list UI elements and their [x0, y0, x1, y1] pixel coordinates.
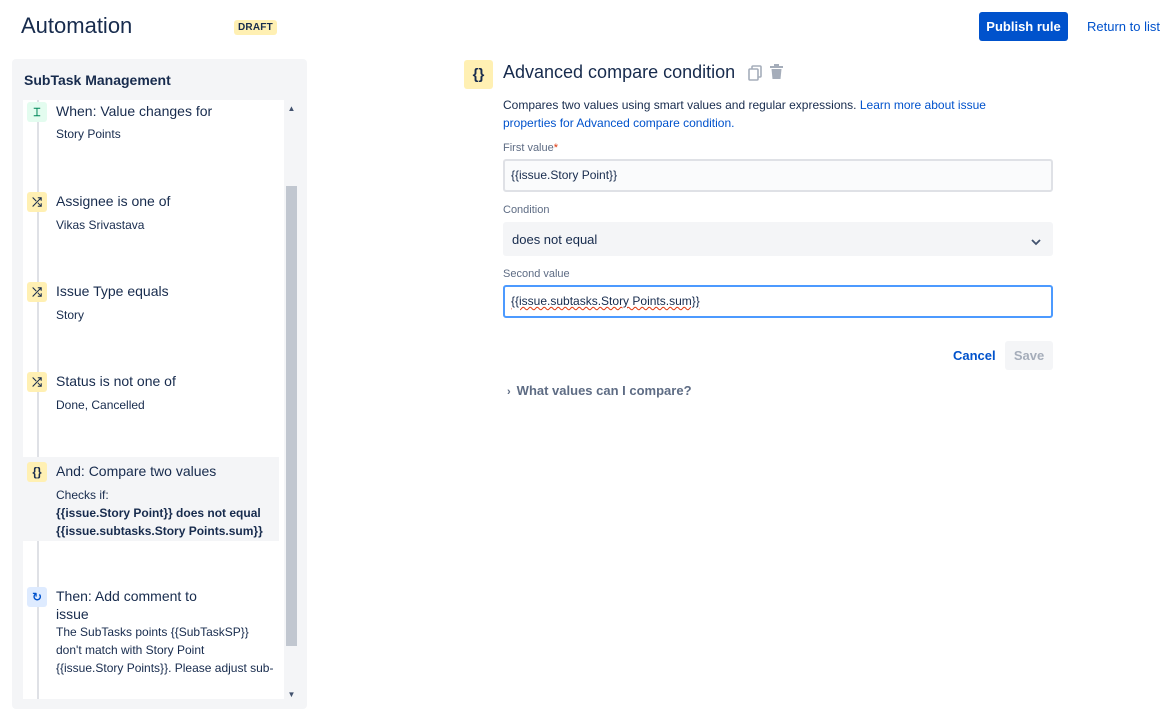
component-title-continued: issue — [56, 606, 89, 622]
editor-description: Compares two values using smart values a… — [503, 96, 1033, 132]
copy-icon[interactable] — [748, 65, 762, 86]
cancel-button[interactable]: Cancel — [953, 348, 996, 363]
component-compare-condition[interactable]: {} And: Compare two values Checks if: {{… — [23, 457, 279, 541]
scroll-down-arrow-icon[interactable]: ▼ — [285, 690, 298, 699]
scroll-up-arrow-icon[interactable]: ▲ — [285, 104, 298, 113]
description-text: Compares two values using smart values a… — [503, 98, 857, 112]
branch-condition-icon: ⤮ — [27, 282, 47, 302]
condition-selected-value: does not equal — [512, 232, 598, 247]
component-issue-type-condition[interactable]: ⤮ Issue Type equals Story — [23, 280, 279, 350]
component-detail: The SubTasks points {{SubTaskSP}} — [56, 625, 249, 639]
component-detail: {{issue.Story Points}}. Please adjust su… — [56, 661, 274, 675]
branch-condition-icon: ⤮ — [27, 372, 47, 392]
component-detail: Story — [56, 308, 85, 322]
component-add-comment-action[interactable]: ↻ Then: Add comment to issue The SubTask… — [23, 585, 279, 699]
return-to-list-link[interactable]: Return to list — [1087, 19, 1160, 34]
chevron-right-icon: › — [507, 386, 511, 398]
component-title: And: Compare two values — [56, 463, 217, 479]
component-detail: Done, Cancelled — [56, 398, 145, 412]
page-title: Automation — [21, 13, 133, 38]
rule-name: SubTask Management — [24, 72, 171, 88]
component-detail: Story Points — [56, 127, 121, 141]
component-title: Status is not one of — [56, 373, 176, 389]
component-detail-bold: {{issue.subtasks.Story Points.sum}} — [56, 524, 263, 538]
refresh-action-icon: ↻ — [27, 587, 47, 607]
values-expander-label: What values can I compare? — [516, 383, 692, 398]
second-value-label: Second value — [503, 268, 570, 280]
component-detail: Checks if: — [56, 488, 109, 502]
second-value-input[interactable]: {{issue.subtasks.Story Points.sum}} — [503, 285, 1053, 318]
draft-badge: DRAFT — [234, 20, 277, 35]
required-marker: * — [553, 142, 559, 154]
first-value-input[interactable]: {{issue.Story Point}} — [503, 159, 1053, 192]
branch-condition-icon: ⤮ — [27, 192, 47, 212]
component-status-condition[interactable]: ⤮ Status is not one of Done, Cancelled — [23, 370, 279, 440]
scrollbar-thumb[interactable] — [286, 186, 297, 646]
component-detail-bold: {{issue.Story Point}} does not equal — [56, 506, 261, 520]
cut-off-breadcrumb — [0, 0, 1161, 6]
sidebar-scrollbar[interactable]: ▲ ▼ — [285, 100, 298, 699]
delete-icon[interactable] — [769, 64, 784, 85]
component-title: Then: Add comment to — [56, 588, 197, 604]
component-detail: don't match with Story Point — [56, 643, 205, 657]
component-detail: Vikas Srivastava — [56, 218, 145, 232]
component-title: When: Value changes for — [56, 103, 213, 119]
first-value-label: First value* — [503, 142, 559, 154]
chevron-down-icon — [1031, 234, 1041, 249]
second-value-text: {{issue.subtasks.Story Points.sum}} — [511, 294, 700, 308]
trigger-icon: ⌶ — [27, 102, 47, 122]
condition-select[interactable]: does not equal — [503, 222, 1053, 256]
publish-rule-button[interactable]: Publish rule — [979, 12, 1068, 41]
save-button[interactable]: Save — [1005, 341, 1053, 370]
values-expander[interactable]: › What values can I compare? — [507, 383, 692, 398]
curly-braces-icon: {} — [464, 60, 493, 89]
component-assignee-condition[interactable]: ⤮ Assignee is one of Vikas Srivastava — [23, 190, 279, 260]
rule-component-list: ⌶ When: Value changes for Story Points ⤮… — [23, 100, 284, 699]
editor-title: Advanced compare condition — [503, 62, 736, 82]
component-trigger[interactable]: ⌶ When: Value changes for Story Points — [23, 100, 279, 180]
condition-label: Condition — [503, 204, 550, 216]
component-title: Issue Type equals — [56, 283, 169, 299]
component-title: Assignee is one of — [56, 193, 171, 209]
curly-braces-icon: {} — [27, 462, 47, 482]
